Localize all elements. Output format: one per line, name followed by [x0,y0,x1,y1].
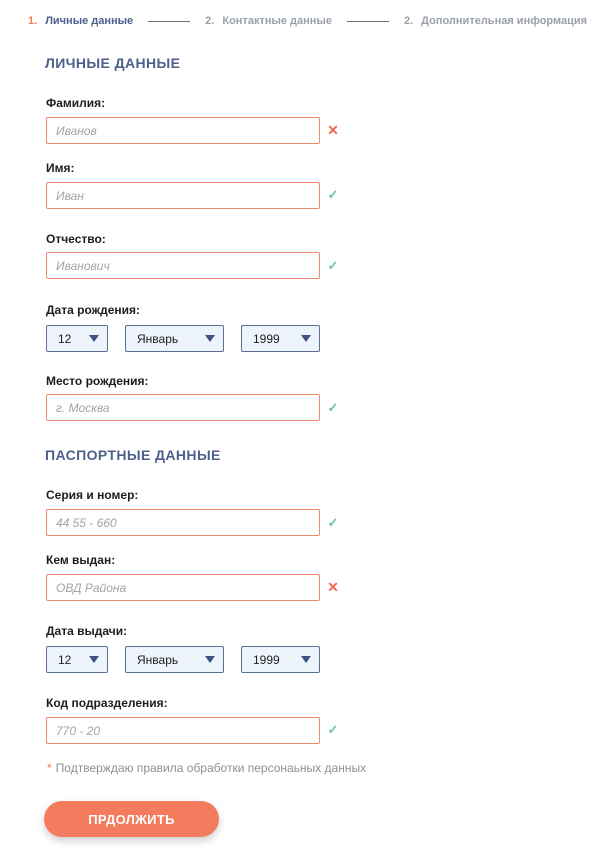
first-name-label: Имя: [46,161,75,175]
select-value: 12 [58,652,72,667]
step-label: Дополнительная информация [421,15,588,27]
issue-date-label: Дата выдачи: [46,624,128,638]
step-number: 1. [28,15,38,27]
last-name-label: Фамилия: [46,96,106,110]
check-icon: ✓ [327,258,339,273]
continue-button[interactable]: ПРДОЛЖИТЬ [44,801,219,837]
caret-down-icon [301,335,311,342]
series-number-label: Серия и номер: [46,488,139,502]
select-value: 1999 [253,331,280,346]
last-name-input[interactable] [46,117,320,144]
issue-day-select[interactable]: 12 [46,646,108,673]
birth-year-select[interactable]: 1999 [241,325,320,352]
issued-by-input[interactable] [46,574,320,601]
step-label: Личные данные [45,15,134,27]
step-additional[interactable]: 2. Дополнительная информация [404,15,587,27]
step-number: 2. [205,15,215,27]
select-value: 12 [58,331,72,346]
step-contacts[interactable]: 2. Контактные данные [205,15,332,27]
check-icon: ✓ [327,515,339,530]
birth-month-select[interactable]: Январь [125,325,224,352]
consent-text[interactable]: * Подтверждаю правила обработки персонаьн… [47,761,366,775]
progress-stepper: 1. Личные данные 2. Контактные данные 2.… [28,14,606,28]
step-divider [148,20,191,22]
issue-month-select[interactable]: Январь [125,646,224,673]
caret-down-icon [301,656,311,663]
personal-section-title: ЛИЧНЫЕ ДАННЫЕ [45,55,181,71]
patronymic-label: Отчество: [46,232,106,246]
patronymic-input[interactable] [46,252,320,279]
consent-label: Подтверждаю правила обработки персонаьны… [55,761,367,775]
required-asterisk: * [47,761,52,775]
step-personal[interactable]: 1. Личные данные [28,15,133,27]
error-icon: ✕ [327,122,339,138]
division-code-input[interactable] [46,717,320,744]
step-number: 2. [403,15,414,27]
step-label: Контактные данные [222,15,332,27]
select-value: Январь [137,331,179,346]
first-name-input[interactable] [46,182,320,209]
error-icon: ✕ [327,579,339,595]
select-value: 1999 [253,652,280,667]
birth-date-label: Дата рождения: [46,303,141,317]
check-icon: ✓ [327,722,339,737]
caret-down-icon [205,656,215,663]
caret-down-icon [205,335,215,342]
caret-down-icon [89,656,99,663]
division-code-label: Код подразделения: [46,696,168,710]
select-value: Январь [137,652,179,667]
check-icon: ✓ [327,187,339,202]
birth-day-select[interactable]: 12 [46,325,108,352]
passport-section-title: ПАСПОРТНЫЕ ДАННЫЕ [45,447,221,463]
caret-down-icon [89,335,99,342]
step-divider [346,20,389,22]
issue-year-select[interactable]: 1999 [241,646,320,673]
series-number-input[interactable] [46,509,320,536]
birth-place-label: Место рождения: [46,374,149,388]
issued-by-label: Кем выдан: [46,553,116,567]
check-icon: ✓ [327,400,339,415]
birth-place-input[interactable] [46,394,320,421]
